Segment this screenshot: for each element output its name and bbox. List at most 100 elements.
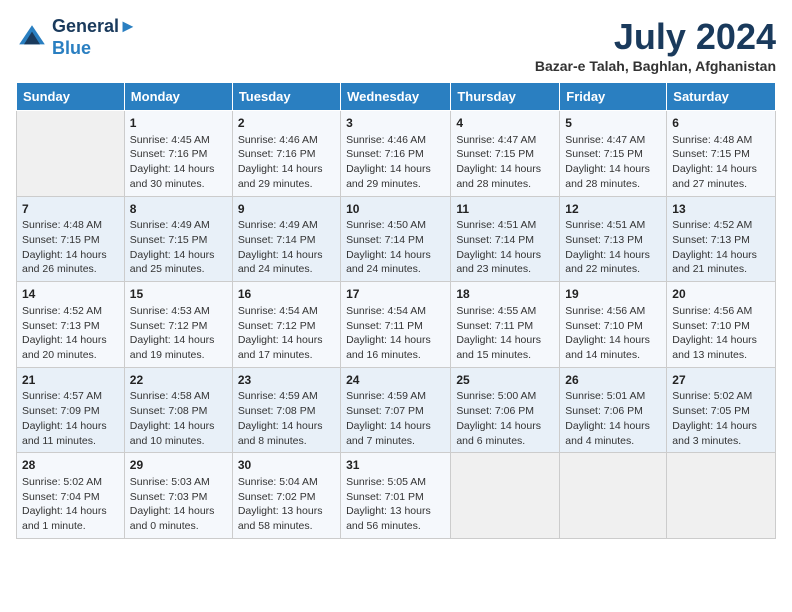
day-number: 31 (346, 457, 445, 474)
header-cell-wednesday: Wednesday (341, 83, 451, 111)
day-info: Sunrise: 5:02 AM Sunset: 7:05 PM Dayligh… (672, 389, 770, 448)
day-number: 7 (22, 201, 119, 218)
day-number: 11 (456, 201, 554, 218)
day-cell: 22Sunrise: 4:58 AM Sunset: 7:08 PM Dayli… (124, 367, 232, 453)
calendar-header-row: SundayMondayTuesdayWednesdayThursdayFrid… (17, 83, 776, 111)
day-number: 1 (130, 115, 227, 132)
day-cell: 18Sunrise: 4:55 AM Sunset: 7:11 PM Dayli… (451, 282, 560, 368)
day-cell: 2Sunrise: 4:46 AM Sunset: 7:16 PM Daylig… (232, 111, 340, 197)
day-number: 15 (130, 286, 227, 303)
logo-text: General► Blue (52, 16, 137, 59)
day-cell: 10Sunrise: 4:50 AM Sunset: 7:14 PM Dayli… (341, 196, 451, 282)
day-info: Sunrise: 4:49 AM Sunset: 7:15 PM Dayligh… (130, 218, 227, 277)
day-number: 6 (672, 115, 770, 132)
day-info: Sunrise: 4:52 AM Sunset: 7:13 PM Dayligh… (672, 218, 770, 277)
day-cell: 19Sunrise: 4:56 AM Sunset: 7:10 PM Dayli… (560, 282, 667, 368)
day-info: Sunrise: 4:47 AM Sunset: 7:15 PM Dayligh… (565, 133, 661, 192)
week-row-3: 14Sunrise: 4:52 AM Sunset: 7:13 PM Dayli… (17, 282, 776, 368)
day-cell: 31Sunrise: 5:05 AM Sunset: 7:01 PM Dayli… (341, 453, 451, 539)
day-info: Sunrise: 4:48 AM Sunset: 7:15 PM Dayligh… (22, 218, 119, 277)
day-number: 5 (565, 115, 661, 132)
header-cell-friday: Friday (560, 83, 667, 111)
day-number: 24 (346, 372, 445, 389)
day-number: 8 (130, 201, 227, 218)
day-number: 10 (346, 201, 445, 218)
day-number: 20 (672, 286, 770, 303)
day-info: Sunrise: 4:58 AM Sunset: 7:08 PM Dayligh… (130, 389, 227, 448)
day-number: 3 (346, 115, 445, 132)
day-cell: 23Sunrise: 4:59 AM Sunset: 7:08 PM Dayli… (232, 367, 340, 453)
day-cell: 27Sunrise: 5:02 AM Sunset: 7:05 PM Dayli… (667, 367, 776, 453)
day-cell: 24Sunrise: 4:59 AM Sunset: 7:07 PM Dayli… (341, 367, 451, 453)
day-number: 28 (22, 457, 119, 474)
day-info: Sunrise: 4:45 AM Sunset: 7:16 PM Dayligh… (130, 133, 227, 192)
header-cell-saturday: Saturday (667, 83, 776, 111)
week-row-4: 21Sunrise: 4:57 AM Sunset: 7:09 PM Dayli… (17, 367, 776, 453)
day-cell: 6Sunrise: 4:48 AM Sunset: 7:15 PM Daylig… (667, 111, 776, 197)
day-cell: 1Sunrise: 4:45 AM Sunset: 7:16 PM Daylig… (124, 111, 232, 197)
day-number: 18 (456, 286, 554, 303)
day-info: Sunrise: 4:52 AM Sunset: 7:13 PM Dayligh… (22, 304, 119, 363)
header-cell-thursday: Thursday (451, 83, 560, 111)
week-row-5: 28Sunrise: 5:02 AM Sunset: 7:04 PM Dayli… (17, 453, 776, 539)
day-info: Sunrise: 5:04 AM Sunset: 7:02 PM Dayligh… (238, 475, 335, 534)
day-info: Sunrise: 5:03 AM Sunset: 7:03 PM Dayligh… (130, 475, 227, 534)
day-cell: 9Sunrise: 4:49 AM Sunset: 7:14 PM Daylig… (232, 196, 340, 282)
header-cell-sunday: Sunday (17, 83, 125, 111)
day-number: 25 (456, 372, 554, 389)
day-cell: 8Sunrise: 4:49 AM Sunset: 7:15 PM Daylig… (124, 196, 232, 282)
day-info: Sunrise: 4:50 AM Sunset: 7:14 PM Dayligh… (346, 218, 445, 277)
logo: General► Blue (16, 16, 137, 59)
day-info: Sunrise: 4:55 AM Sunset: 7:11 PM Dayligh… (456, 304, 554, 363)
day-info: Sunrise: 4:57 AM Sunset: 7:09 PM Dayligh… (22, 389, 119, 448)
day-number: 13 (672, 201, 770, 218)
calendar-table: SundayMondayTuesdayWednesdayThursdayFrid… (16, 82, 776, 539)
day-cell: 3Sunrise: 4:46 AM Sunset: 7:16 PM Daylig… (341, 111, 451, 197)
day-info: Sunrise: 4:54 AM Sunset: 7:12 PM Dayligh… (238, 304, 335, 363)
day-cell (560, 453, 667, 539)
day-cell: 30Sunrise: 5:04 AM Sunset: 7:02 PM Dayli… (232, 453, 340, 539)
day-number: 30 (238, 457, 335, 474)
day-cell: 14Sunrise: 4:52 AM Sunset: 7:13 PM Dayli… (17, 282, 125, 368)
day-info: Sunrise: 4:46 AM Sunset: 7:16 PM Dayligh… (238, 133, 335, 192)
day-cell: 20Sunrise: 4:56 AM Sunset: 7:10 PM Dayli… (667, 282, 776, 368)
day-cell: 11Sunrise: 4:51 AM Sunset: 7:14 PM Dayli… (451, 196, 560, 282)
day-info: Sunrise: 4:59 AM Sunset: 7:08 PM Dayligh… (238, 389, 335, 448)
day-number: 16 (238, 286, 335, 303)
title-block: July 2024 Bazar-e Talah, Baghlan, Afghan… (535, 16, 776, 74)
day-cell: 17Sunrise: 4:54 AM Sunset: 7:11 PM Dayli… (341, 282, 451, 368)
day-cell: 7Sunrise: 4:48 AM Sunset: 7:15 PM Daylig… (17, 196, 125, 282)
day-cell (667, 453, 776, 539)
day-info: Sunrise: 5:02 AM Sunset: 7:04 PM Dayligh… (22, 475, 119, 534)
day-number: 26 (565, 372, 661, 389)
day-number: 21 (22, 372, 119, 389)
week-row-2: 7Sunrise: 4:48 AM Sunset: 7:15 PM Daylig… (17, 196, 776, 282)
logo-icon (16, 22, 48, 54)
day-info: Sunrise: 4:51 AM Sunset: 7:14 PM Dayligh… (456, 218, 554, 277)
day-info: Sunrise: 4:51 AM Sunset: 7:13 PM Dayligh… (565, 218, 661, 277)
day-cell: 4Sunrise: 4:47 AM Sunset: 7:15 PM Daylig… (451, 111, 560, 197)
day-info: Sunrise: 4:59 AM Sunset: 7:07 PM Dayligh… (346, 389, 445, 448)
day-info: Sunrise: 4:46 AM Sunset: 7:16 PM Dayligh… (346, 133, 445, 192)
day-number: 4 (456, 115, 554, 132)
day-cell (17, 111, 125, 197)
day-cell: 12Sunrise: 4:51 AM Sunset: 7:13 PM Dayli… (560, 196, 667, 282)
day-number: 22 (130, 372, 227, 389)
page-header: General► Blue July 2024 Bazar-e Talah, B… (16, 16, 776, 74)
day-info: Sunrise: 4:54 AM Sunset: 7:11 PM Dayligh… (346, 304, 445, 363)
day-cell: 21Sunrise: 4:57 AM Sunset: 7:09 PM Dayli… (17, 367, 125, 453)
day-number: 19 (565, 286, 661, 303)
day-number: 29 (130, 457, 227, 474)
day-cell: 16Sunrise: 4:54 AM Sunset: 7:12 PM Dayli… (232, 282, 340, 368)
day-info: Sunrise: 4:56 AM Sunset: 7:10 PM Dayligh… (565, 304, 661, 363)
day-info: Sunrise: 4:53 AM Sunset: 7:12 PM Dayligh… (130, 304, 227, 363)
day-cell (451, 453, 560, 539)
day-info: Sunrise: 4:56 AM Sunset: 7:10 PM Dayligh… (672, 304, 770, 363)
header-cell-tuesday: Tuesday (232, 83, 340, 111)
day-cell: 26Sunrise: 5:01 AM Sunset: 7:06 PM Dayli… (560, 367, 667, 453)
day-number: 9 (238, 201, 335, 218)
calendar-body: 1Sunrise: 4:45 AM Sunset: 7:16 PM Daylig… (17, 111, 776, 539)
day-number: 12 (565, 201, 661, 218)
day-info: Sunrise: 5:01 AM Sunset: 7:06 PM Dayligh… (565, 389, 661, 448)
month-title: July 2024 (535, 16, 776, 58)
